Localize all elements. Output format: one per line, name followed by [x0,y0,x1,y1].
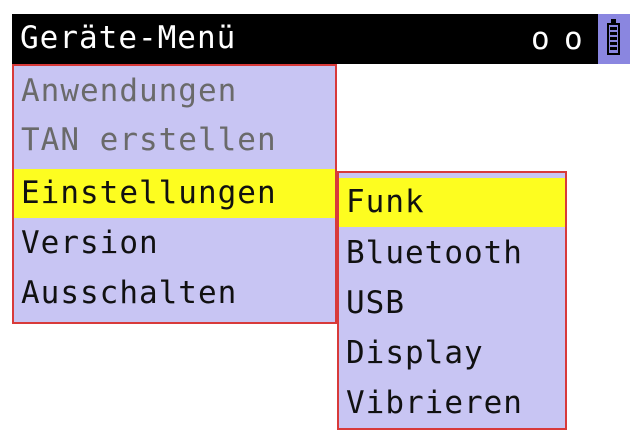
menu-item-anwendungen[interactable]: Anwendungen [14,67,335,116]
status-indicator-2: o [564,21,583,57]
submenu-item-funk[interactable]: Funk [339,178,565,227]
battery-icon [607,19,620,55]
main-menu: Anwendungen TAN erstellen Einstellungen … [12,64,337,324]
device-screen: Geräte-Menü o o Anwendungen TAN erstelle… [12,14,630,430]
battery-indicator [598,14,630,64]
submenu-item-usb[interactable]: USB [339,279,565,328]
status-indicator-1: o [531,21,550,57]
title-bar: Geräte-Menü o o [12,14,630,64]
settings-submenu: Funk Bluetooth USB Display Vibrieren [337,171,567,430]
menu-item-einstellungen[interactable]: Einstellungen [14,169,335,218]
menu-item-version[interactable]: Version [14,219,335,268]
menu-item-ausschalten[interactable]: Ausschalten [14,269,335,318]
submenu-item-display[interactable]: Display [339,329,565,378]
screen-title: Geräte-Menü [20,20,237,56]
submenu-item-bluetooth[interactable]: Bluetooth [339,229,565,278]
menu-item-tan-erstellen[interactable]: TAN erstellen [14,116,335,165]
submenu-item-vibrieren[interactable]: Vibrieren [339,379,565,428]
